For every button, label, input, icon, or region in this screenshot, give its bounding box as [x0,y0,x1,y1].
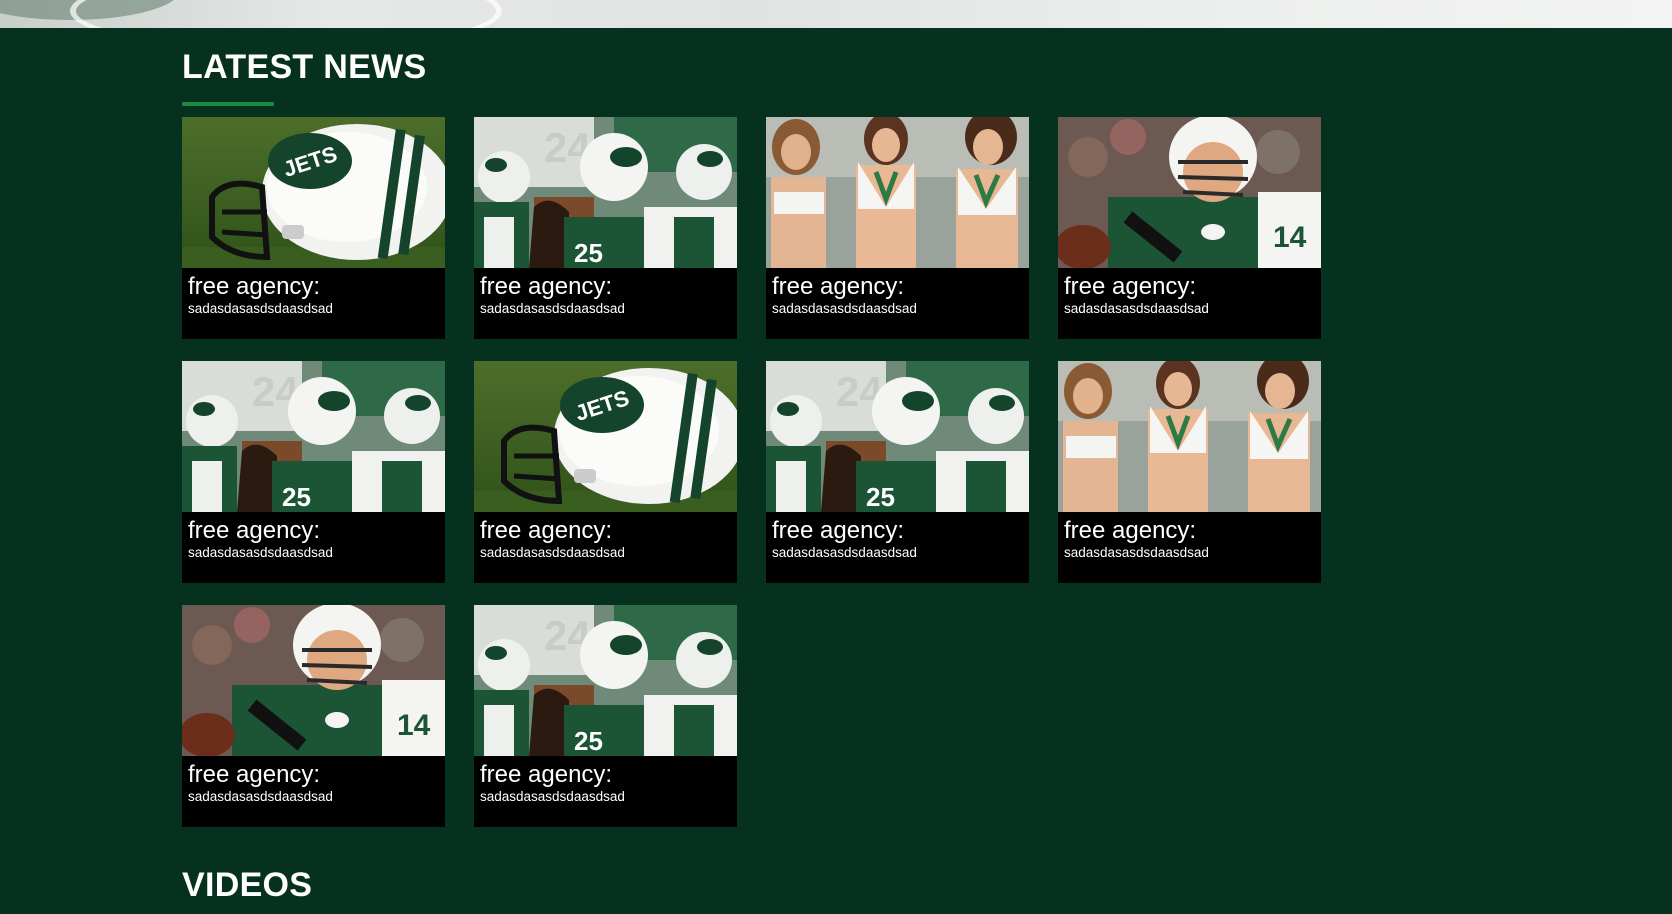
news-card[interactable]: JETS free agency: sadasdasasdsdaasdsad [474,361,737,583]
news-card-headline[interactable]: free agency: [188,512,439,544]
news-card-subtitle: sadasdasasdsdaasdsad [480,789,625,804]
news-card[interactable]: 24 25 free agency: sadasdasasdsdaasdsad [182,361,445,583]
news-card-subtitle: sadasdasasdsdaasdsad [1064,545,1209,560]
news-card-caption: free agency: sadasdasasdsdaasdsad [474,268,737,339]
svg-text:25: 25 [282,482,311,512]
hero-swoosh-curve [70,0,502,28]
news-card-headline[interactable]: free agency: [188,268,439,300]
news-card-caption: free agency: sadasdasasdsdaasdsad [182,268,445,339]
news-card-subtitle: sadasdasasdsdaasdsad [772,545,917,560]
news-card-headline[interactable]: free agency: [480,756,731,788]
svg-text:25: 25 [574,726,603,756]
latest-news-title: LATEST NEWS [182,48,427,86]
news-card-headline[interactable]: free agency: [1064,512,1315,544]
news-card-image[interactable]: 14 [1058,117,1321,268]
news-card-image[interactable]: 24 25 [182,361,445,512]
news-card-caption: free agency: sadasdasasdsdaasdsad [474,756,737,827]
news-card-caption: free agency: sadasdasasdsdaasdsad [182,756,445,827]
news-card-subtitle: sadasdasasdsdaasdsad [188,789,333,804]
news-card-headline[interactable]: free agency: [1064,268,1315,300]
news-card-headline[interactable]: free agency: [480,268,731,300]
svg-text:14: 14 [397,709,431,742]
news-card[interactable]: JETS free agency: sadasdasasdsdaasdsad [182,117,445,339]
news-grid: JETS free agency: sadasdasasdsdaasdsad 24… [182,117,1322,827]
news-card[interactable]: free agency: sadasdasasdsdaasdsad [766,117,1029,339]
news-card[interactable]: 24 25 free agency: sadasdasasdsdaasdsad [766,361,1029,583]
news-card-image[interactable]: JETS [474,361,737,512]
videos-title: VIDEOS [182,866,313,904]
svg-text:14: 14 [1273,221,1307,254]
news-card[interactable]: 24 25 free agency: sadasdasasdsdaasdsad [474,117,737,339]
news-card-subtitle: sadasdasasdsdaasdsad [480,545,625,560]
news-card-image[interactable]: 24 25 [474,605,737,756]
news-card-image[interactable] [1058,361,1321,512]
latest-news-underline [182,102,274,106]
news-card-caption: free agency: sadasdasasdsdaasdsad [182,512,445,583]
news-card[interactable]: 24 25 free agency: sadasdasasdsdaasdsad [474,605,737,827]
news-card-subtitle: sadasdasasdsdaasdsad [1064,301,1209,316]
news-card-headline[interactable]: free agency: [772,512,1023,544]
news-card-caption: free agency: sadasdasasdsdaasdsad [1058,268,1321,339]
news-card-image[interactable]: 24 25 [766,361,1029,512]
news-card-subtitle: sadasdasasdsdaasdsad [188,545,333,560]
news-card-headline[interactable]: free agency: [772,268,1023,300]
news-card-caption: free agency: sadasdasasdsdaasdsad [766,268,1029,339]
svg-text:25: 25 [866,482,895,512]
svg-text:25: 25 [574,238,603,268]
news-card[interactable]: free agency: sadasdasasdsdaasdsad [1058,361,1321,583]
news-card-image[interactable]: JETS [182,117,445,268]
news-card-caption: free agency: sadasdasasdsdaasdsad [1058,512,1321,583]
news-card-caption: free agency: sadasdasasdsdaasdsad [766,512,1029,583]
news-card-subtitle: sadasdasasdsdaasdsad [188,301,333,316]
news-card[interactable]: 14 free agency: sadasdasasdsdaasdsad [1058,117,1321,339]
news-card-subtitle: sadasdasasdsdaasdsad [772,301,917,316]
news-card-image[interactable]: 24 25 [474,117,737,268]
news-card-image[interactable]: 14 [182,605,445,756]
news-card-headline[interactable]: free agency: [480,512,731,544]
news-card-caption: free agency: sadasdasasdsdaasdsad [474,512,737,583]
news-card-image[interactable] [766,117,1029,268]
hero-banner-strip [0,0,1672,28]
news-card-subtitle: sadasdasasdsdaasdsad [480,301,625,316]
news-card[interactable]: 14 free agency: sadasdasasdsdaasdsad [182,605,445,827]
news-card-headline[interactable]: free agency: [188,756,439,788]
